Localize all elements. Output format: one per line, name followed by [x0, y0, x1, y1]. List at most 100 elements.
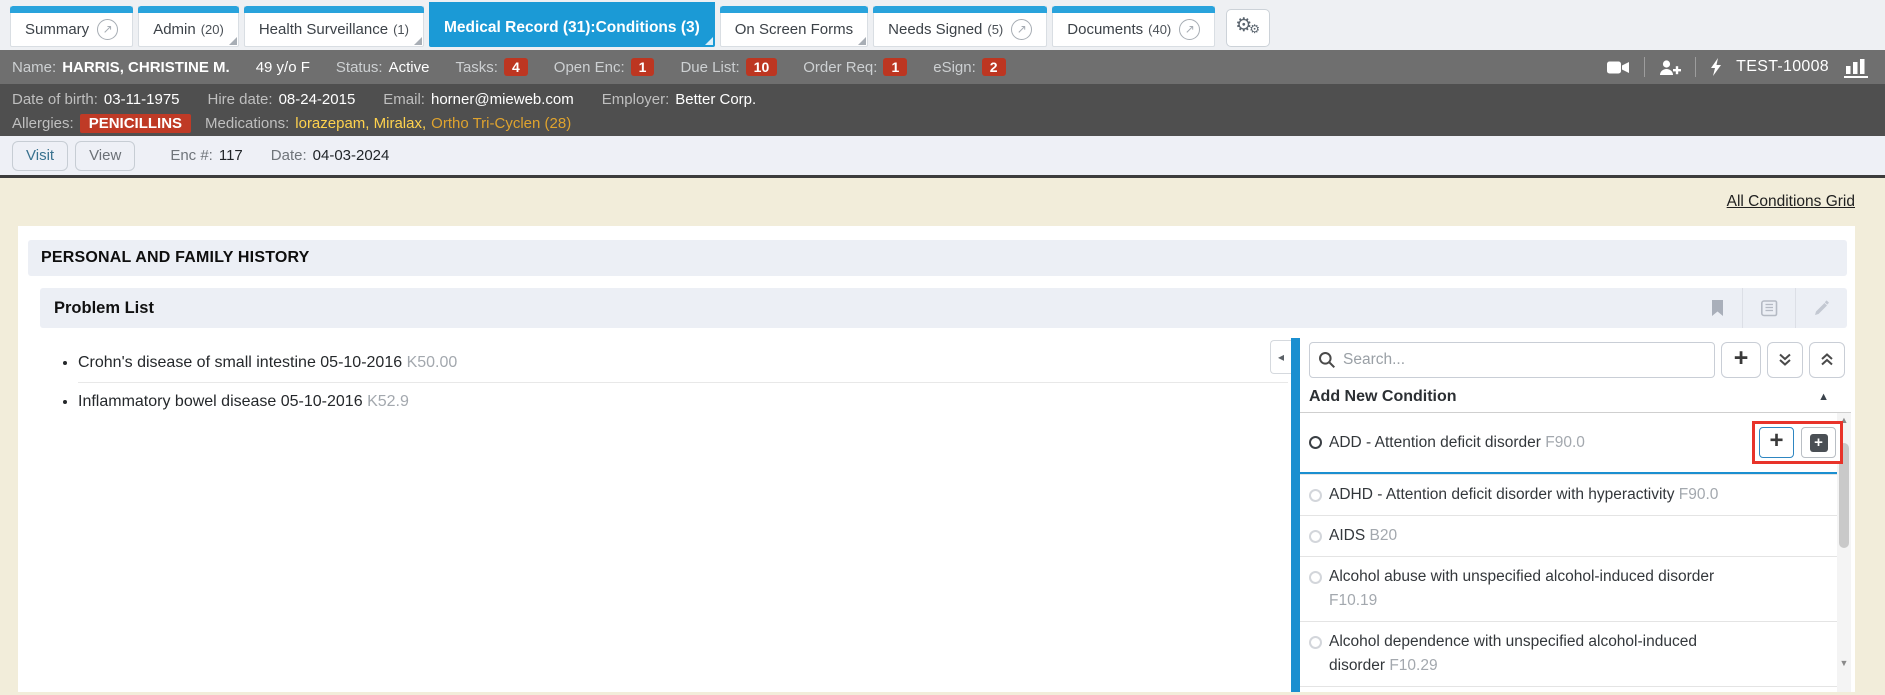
employer-label: Employer: [602, 91, 670, 108]
collapse-panel-button[interactable]: ◂ [1270, 340, 1291, 374]
enc-number-label: Enc #: [170, 147, 213, 164]
problem-list-title: Problem List [54, 299, 154, 318]
condition-search-input[interactable] [1309, 342, 1715, 378]
divider [1695, 57, 1696, 77]
settings-gear-button[interactable]: ⚙ ⚙ [1226, 9, 1270, 47]
problem-list: Crohn's disease of small intestine 05-10… [78, 344, 1288, 421]
condition-item[interactable]: ADHD - Attention deficit disorder with h… [1300, 474, 1837, 515]
add-new-condition-header: Add New Condition ▲ [1300, 382, 1851, 413]
all-conditions-grid-link[interactable]: All Conditions Grid [1727, 193, 1855, 211]
quick-add-button[interactable]: + [1759, 427, 1794, 458]
annotation-highlight: + + [1752, 421, 1843, 464]
tab-bar: Summary ↗ Admin (20) Health Surveillance… [0, 0, 1885, 50]
dropdown-fold-icon [414, 37, 422, 45]
bookmark-icon[interactable] [1693, 288, 1742, 328]
external-link-icon[interactable]: ↗ [1011, 19, 1032, 40]
patient-demographics-bar: Date of birth: 03-11-1975 Hire date: 08-… [0, 84, 1885, 136]
problem-list-header: Problem List [40, 288, 1847, 328]
condition-item[interactable]: Alcohol abuse with unspecified alcohol-i… [1300, 556, 1837, 621]
panel-search-row: + [1300, 338, 1851, 382]
condition-name: Alcohol abuse with unspecified alcohol-i… [1329, 568, 1714, 585]
expand-all-button[interactable] [1767, 342, 1803, 378]
encounter-toolbar: Visit View Enc #: 117 Date: 04-03-2024 [0, 136, 1885, 178]
grid-link-row: All Conditions Grid [0, 178, 1885, 226]
add-user-icon[interactable] [1659, 59, 1681, 76]
panel-main: + Add New Condition ▲ [1300, 338, 1851, 692]
tab-admin[interactable]: Admin (20) [138, 6, 239, 47]
search-icon [1318, 351, 1336, 369]
condition-name: AIDS [1329, 527, 1365, 544]
collapse-section-icon[interactable]: ▲ [1818, 391, 1829, 403]
due-list-label: Due List: [680, 59, 739, 76]
tab-count: (1) [393, 22, 409, 37]
tab-count: (5) [987, 22, 1003, 37]
patient-name: HARRIS, CHRISTINE M. [62, 59, 230, 76]
tab-needs-signed[interactable]: Needs Signed (5) ↗ [873, 6, 1047, 47]
add-new-condition-title: Add New Condition [1309, 388, 1457, 406]
employer-value: Better Corp. [675, 91, 756, 108]
section-header: PERSONAL AND FAMILY HISTORY [28, 240, 1847, 276]
tab-label: Summary [25, 21, 89, 38]
condition-item[interactable]: Alzheimers disease F02.80 [1300, 686, 1837, 692]
medications-links[interactable]: lorazepam, Miralax, [295, 115, 426, 132]
patient-age-sex: 49 y/o F [256, 59, 310, 76]
open-enc-count-badge[interactable]: 1 [631, 58, 655, 76]
view-button[interactable]: View [75, 141, 135, 171]
due-list-count-badge[interactable]: 10 [746, 58, 778, 76]
condition-list-wrap: ADD - Attention deficit disorder F90.0 +… [1300, 413, 1851, 692]
enc-date-label: Date: [271, 147, 307, 164]
add-condition-button[interactable]: + [1721, 342, 1761, 378]
radio-circle-icon [1309, 571, 1322, 584]
visit-button[interactable]: Visit [12, 141, 68, 171]
chart-card: PERSONAL AND FAMILY HISTORY Problem List… [18, 226, 1855, 692]
hire-date-value: 08-24-2015 [279, 91, 356, 108]
dropdown-fold-icon [229, 37, 237, 45]
condition-name: ADHD - Attention deficit disorder with h… [1329, 486, 1674, 503]
tab-documents[interactable]: Documents (40) ↗ [1052, 6, 1215, 47]
condition-item[interactable]: Alcohol dependence with unspecified alco… [1300, 621, 1837, 686]
problem-text: Inflammatory bowel disease 05-10-2016 [78, 393, 363, 410]
condition-name: Alcohol dependence with unspecified alco… [1329, 633, 1697, 674]
external-link-icon[interactable]: ↗ [97, 19, 118, 40]
problem-text: Crohn's disease of small intestine 05-10… [78, 354, 402, 371]
condition-name: ADD - Attention deficit disorder [1329, 434, 1541, 451]
condition-code: F90.0 [1679, 486, 1719, 503]
allergies-label: Allergies: [12, 115, 74, 132]
add-condition-panel: ◂ + [1270, 338, 1851, 692]
external-link-icon[interactable]: ↗ [1179, 19, 1200, 40]
video-camera-icon[interactable] [1607, 60, 1630, 75]
tab-count: (40) [1148, 22, 1171, 37]
gear-icon: ⚙ [1249, 22, 1260, 36]
condition-item-selected[interactable]: ADD - Attention deficit disorder F90.0 +… [1300, 413, 1837, 474]
medication-link-secondary[interactable]: Ortho Tri-Cyclen (28) [431, 115, 571, 132]
enc-number-value: 117 [219, 147, 243, 164]
condition-code: F90.0 [1545, 434, 1585, 451]
collapse-all-button[interactable] [1809, 342, 1845, 378]
scrollbar-down-arrow[interactable]: ▼ [1837, 658, 1851, 668]
esign-label: eSign: [933, 59, 976, 76]
condition-item[interactable]: AIDS B20 [1300, 515, 1837, 556]
bar-chart-icon[interactable] [1843, 57, 1869, 78]
add-with-details-button[interactable]: + [1801, 427, 1836, 458]
tab-on-screen-forms[interactable]: On Screen Forms [720, 6, 868, 47]
tasks-count-badge[interactable]: 4 [504, 58, 528, 76]
enc-date-value: 04-03-2024 [313, 147, 390, 164]
tasks-label: Tasks: [455, 59, 498, 76]
tab-summary[interactable]: Summary ↗ [10, 6, 133, 47]
problem-item[interactable]: Crohn's disease of small intestine 05-10… [78, 344, 1288, 382]
book-icon[interactable] [1742, 288, 1795, 328]
tab-label: On Screen Forms [735, 21, 853, 38]
order-req-count-badge[interactable]: 1 [883, 58, 907, 76]
edit-pencil-icon[interactable] [1795, 288, 1847, 328]
allergy-badge[interactable]: PENICILLINS [80, 114, 191, 133]
lightning-icon[interactable] [1710, 58, 1722, 76]
tab-medical-record-conditions[interactable]: Medical Record (31):Conditions (3) [429, 2, 715, 47]
chart-id: TEST-10008 [1736, 58, 1829, 76]
tab-health-surveillance[interactable]: Health Surveillance (1) [244, 6, 424, 47]
medications-label: Medications: [205, 115, 289, 132]
problem-item[interactable]: Inflammatory bowel disease 05-10-2016 K5… [78, 382, 1288, 421]
radio-circle-icon [1309, 530, 1322, 543]
tab-label: Admin [153, 21, 196, 38]
status-label: Status: [336, 59, 383, 76]
esign-count-badge[interactable]: 2 [982, 58, 1006, 76]
